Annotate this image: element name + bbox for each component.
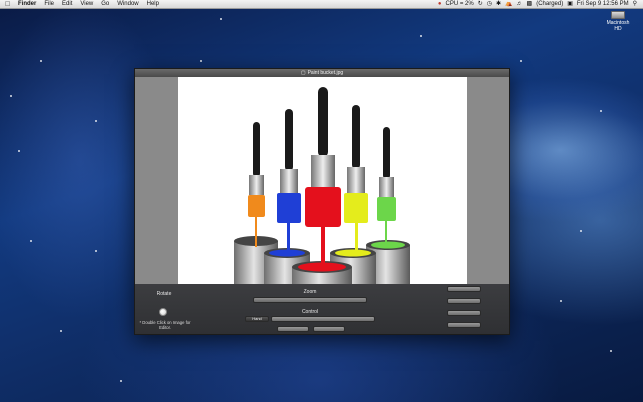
control-panel: Rotate * Double Click on Image for Edito… xyxy=(135,284,509,334)
menu-bar:  Finder File Edit View Go Window Help ●… xyxy=(0,0,643,9)
side-button-2[interactable] xyxy=(447,298,481,304)
clock[interactable]: Fri Sep 9 12:56 PM xyxy=(577,0,629,9)
disk-label-line2: HD xyxy=(614,26,622,32)
side-button-1[interactable] xyxy=(447,286,481,292)
rotate-label: Rotate xyxy=(156,291,172,297)
time-machine-icon[interactable]: ◷ xyxy=(487,0,492,9)
battery-status[interactable]: (Charged) xyxy=(536,0,563,9)
hand-tool-button[interactable]: Hand xyxy=(245,316,269,322)
brush-red xyxy=(305,87,341,267)
cpu-status[interactable]: CPU = 2% xyxy=(446,0,474,9)
image-viewport xyxy=(135,77,509,284)
image-viewer-window: ▢ Paint bucket.jpg Rotate * Double Click… xyxy=(134,68,510,335)
status-area: ● CPU = 2% ↻ ◷ ✱ ⛺ ♬ ▩ (Charged) ▣ Fri S… xyxy=(438,0,643,9)
display-icon[interactable]: ▣ xyxy=(567,0,573,9)
control-button-2[interactable] xyxy=(313,326,345,332)
battery-icon[interactable]: ▩ xyxy=(527,0,533,9)
bluetooth-icon[interactable]: ✱ xyxy=(496,0,501,9)
sync-icon[interactable]: ↻ xyxy=(478,0,483,9)
desktop-disk[interactable]: Macintosh HD xyxy=(601,11,635,32)
side-button-3[interactable] xyxy=(447,310,481,316)
volume-icon[interactable]: ♬ xyxy=(517,0,523,9)
document-icon: ▢ xyxy=(300,70,306,76)
brush-blue xyxy=(277,109,301,253)
control-button-1[interactable] xyxy=(277,326,309,332)
cpu-monitor-icon[interactable]: ● xyxy=(438,0,442,9)
spotlight-search-icon[interactable]: ⚲ xyxy=(633,0,637,9)
menu-help[interactable]: Help xyxy=(143,0,163,9)
rotate-note: * Double Click on Image for Editor. xyxy=(139,320,191,330)
image-canvas[interactable] xyxy=(178,77,467,284)
menu-app-finder[interactable]: Finder xyxy=(14,0,40,9)
paint-bucket-image xyxy=(234,87,410,284)
brush-orange xyxy=(248,122,265,247)
menu-window[interactable]: Window xyxy=(113,0,142,9)
control-segmented-bar[interactable] xyxy=(271,316,375,322)
window-title: Paint bucket.jpg xyxy=(307,70,344,76)
side-button-4[interactable] xyxy=(447,322,481,328)
menu-edit[interactable]: Edit xyxy=(58,0,76,9)
zoom-label: Zoom xyxy=(303,289,317,295)
menu-view[interactable]: View xyxy=(76,0,97,9)
brush-yellow xyxy=(344,105,368,251)
wifi-icon[interactable]: ⛺ xyxy=(505,0,512,9)
zoom-slider[interactable] xyxy=(253,297,367,303)
control-label: Control xyxy=(301,309,319,315)
apple-menu-icon[interactable]:  xyxy=(5,0,14,9)
menu-go[interactable]: Go xyxy=(97,0,113,9)
rotate-knob[interactable] xyxy=(159,308,167,316)
menu-file[interactable]: File xyxy=(40,0,58,9)
brush-green xyxy=(377,127,396,245)
window-titlebar[interactable]: ▢ Paint bucket.jpg xyxy=(135,69,509,77)
hard-drive-icon xyxy=(611,11,625,19)
